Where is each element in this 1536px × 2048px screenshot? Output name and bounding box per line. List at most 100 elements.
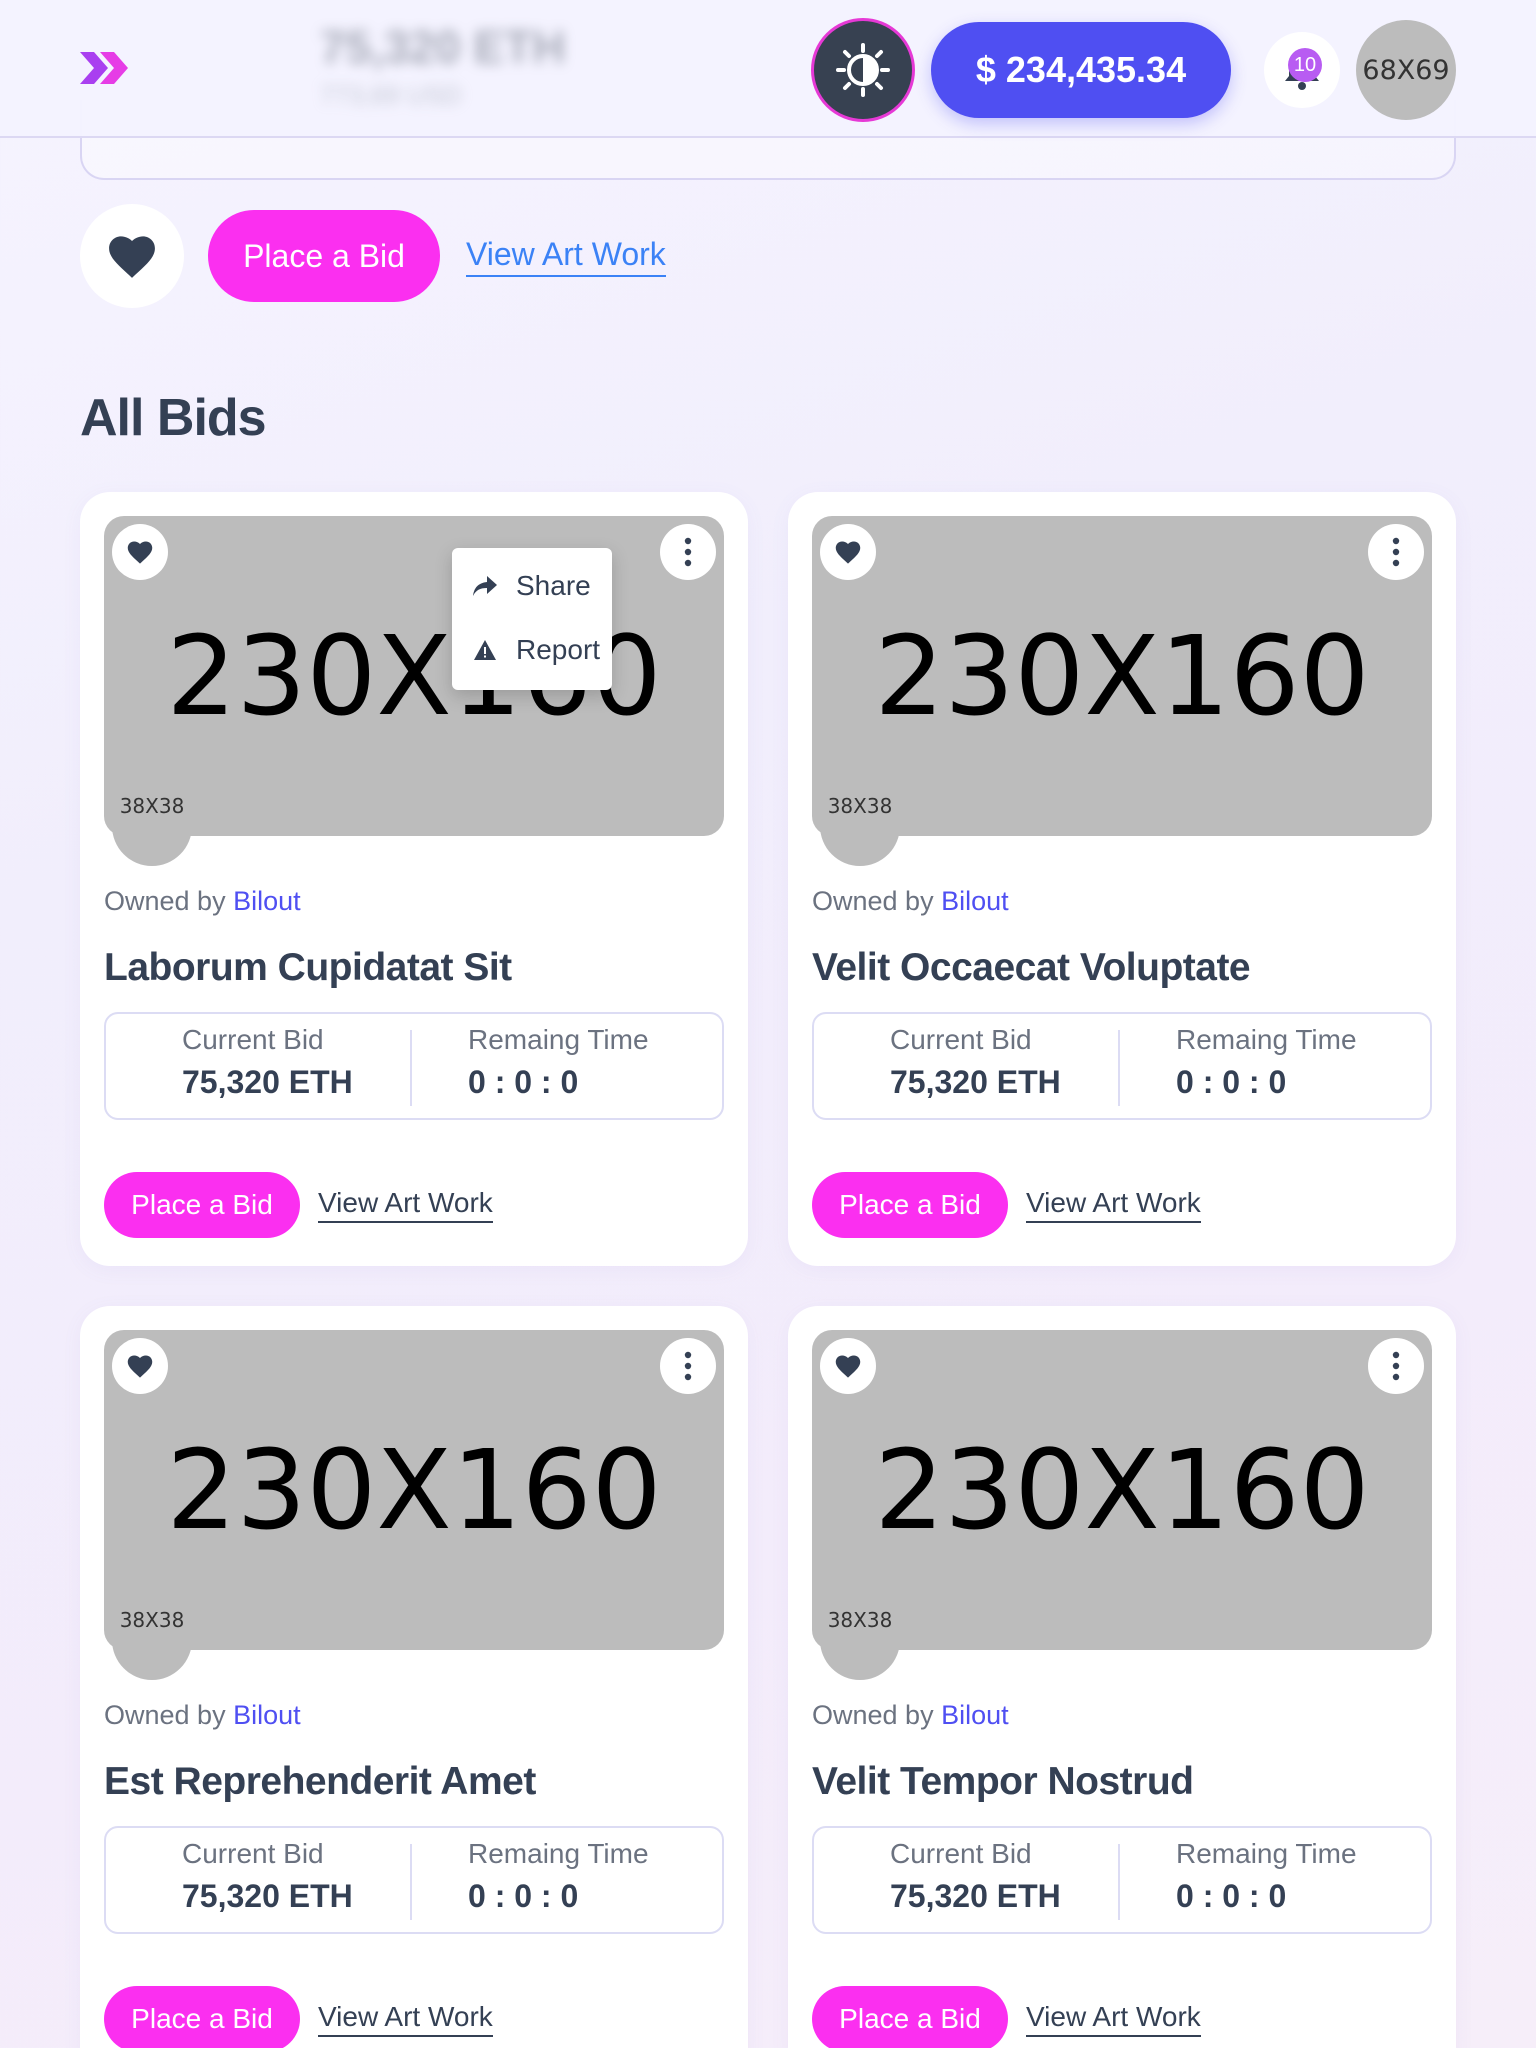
owned-by-text: Owned by Bilout — [812, 886, 1009, 917]
card-actions: Place a Bid View Art Work — [812, 1986, 1201, 2048]
remaining-time-value: 0 : 0 : 0 — [468, 1064, 579, 1100]
favorite-button[interactable] — [820, 524, 876, 580]
current-bid-column: Current Bid 75,320 ETH — [890, 1024, 1061, 1101]
bid-card: 230X160 38X38 Owned by Bilout Est Repreh… — [80, 1306, 748, 2048]
divider — [1118, 1844, 1120, 1920]
favorite-button[interactable] — [112, 1338, 168, 1394]
remaining-time-label: Remaing Time — [468, 1024, 649, 1055]
artwork-title: Laborum Cupidatat Sit — [104, 946, 512, 989]
current-bid-label: Current Bid — [182, 1838, 324, 1869]
brightness-icon — [836, 43, 890, 97]
place-bid-button[interactable]: Place a Bid — [104, 1172, 300, 1238]
current-bid-label: Current Bid — [182, 1024, 324, 1055]
top-header: 75,320 ETH 773,69 USD $ 234,435.34 10 68… — [0, 0, 1536, 138]
owned-by-text: Owned by Bilout — [104, 1700, 301, 1731]
report-label: Report — [516, 634, 601, 665]
bid-info-box: Current Bid 75,320 ETH Remaing Time 0 : … — [812, 1012, 1432, 1120]
blurred-amount: 75,320 ETH — [320, 21, 566, 73]
heart-icon — [835, 541, 861, 564]
remaining-time-label: Remaing Time — [468, 1838, 649, 1869]
owner-avatar[interactable]: 38X38 — [112, 786, 192, 866]
more-options-button[interactable] — [660, 1338, 716, 1394]
remaining-time-value: 0 : 0 : 0 — [468, 1878, 579, 1914]
vertical-dots-icon — [1392, 537, 1400, 567]
owner-link[interactable]: Bilout — [941, 886, 1009, 916]
view-art-work-link[interactable]: View Art Work — [318, 2001, 493, 2037]
place-bid-button[interactable]: Place a Bid — [812, 1172, 1008, 1238]
heart-icon — [127, 541, 153, 564]
more-options-button[interactable] — [1368, 524, 1424, 580]
owner-avatar[interactable]: 38X38 — [820, 1600, 900, 1680]
wallet-balance-button[interactable]: $ 234,435.34 — [931, 22, 1231, 118]
blurred-stats: 75,320 ETH 773,69 USD — [320, 20, 565, 111]
owned-by-label: Owned by — [812, 1700, 934, 1730]
remaining-time-value: 0 : 0 : 0 — [1176, 1878, 1287, 1914]
owner-link[interactable]: Bilout — [233, 886, 301, 916]
artwork-image[interactable]: 230X160 — [104, 516, 724, 836]
artwork-image[interactable]: 230X160 — [812, 516, 1432, 836]
heart-icon — [127, 1355, 153, 1378]
remaining-time-column: Remaing Time 0 : 0 : 0 — [468, 1838, 649, 1915]
remaining-time-value: 0 : 0 : 0 — [1176, 1064, 1287, 1100]
place-bid-button[interactable]: Place a Bid — [812, 1986, 1008, 2048]
artwork-actions: Place a Bid View Art Work — [80, 204, 666, 308]
current-bid-column: Current Bid 75,320 ETH — [182, 1838, 353, 1915]
card-actions: Place a Bid View Art Work — [812, 1172, 1201, 1238]
double-chevron-logo-icon[interactable] — [78, 48, 134, 88]
share-arrow-icon — [470, 571, 500, 601]
card-actions: Place a Bid View Art Work — [104, 1986, 493, 2048]
more-options-button[interactable] — [1368, 1338, 1424, 1394]
bid-card: 230X160 38X38 Owned by Bilout Velit Occa… — [788, 492, 1456, 1266]
owner-avatar[interactable]: 38X38 — [112, 1600, 192, 1680]
share-label: Share — [516, 570, 591, 601]
owned-by-text: Owned by Bilout — [812, 1700, 1009, 1731]
owned-by-label: Owned by — [104, 886, 226, 916]
owned-by-label: Owned by — [104, 1700, 226, 1730]
owner-link[interactable]: Bilout — [941, 1700, 1009, 1730]
view-art-work-link[interactable]: View Art Work — [466, 236, 666, 277]
share-menu-item[interactable]: Share — [470, 570, 591, 602]
current-bid-column: Current Bid 75,320 ETH — [182, 1024, 353, 1101]
bid-info-box: Current Bid 75,320 ETH Remaing Time 0 : … — [812, 1826, 1432, 1934]
remaining-time-column: Remaing Time 0 : 0 : 0 — [1176, 1024, 1357, 1101]
remaining-time-column: Remaing Time 0 : 0 : 0 — [1176, 1838, 1357, 1915]
favorite-button[interactable] — [820, 1338, 876, 1394]
theme-toggle-button[interactable] — [811, 18, 915, 122]
current-bid-label: Current Bid — [890, 1024, 1032, 1055]
owned-by-label: Owned by — [812, 886, 934, 916]
divider — [1118, 1030, 1120, 1106]
notification-count-badge: 10 — [1288, 48, 1322, 82]
bid-card: 230X160 38X38 Owned by Bilout Velit Temp… — [788, 1306, 1456, 2048]
place-bid-button[interactable]: Place a Bid — [104, 1986, 300, 2048]
notifications-button[interactable]: 10 — [1264, 32, 1340, 108]
divider — [410, 1030, 412, 1106]
view-art-work-link[interactable]: View Art Work — [1026, 1187, 1201, 1223]
heart-icon — [835, 1355, 861, 1378]
favorite-button[interactable] — [80, 204, 184, 308]
current-bid-column: Current Bid 75,320 ETH — [890, 1838, 1061, 1915]
heart-icon — [109, 236, 155, 278]
report-menu-item[interactable]: Report — [470, 634, 600, 666]
more-options-button[interactable] — [660, 524, 716, 580]
bid-info-box: Current Bid 75,320 ETH Remaing Time 0 : … — [104, 1012, 724, 1120]
owner-link[interactable]: Bilout — [233, 1700, 301, 1730]
favorite-button[interactable] — [112, 524, 168, 580]
view-art-work-link[interactable]: View Art Work — [1026, 2001, 1201, 2037]
vertical-dots-icon — [1392, 1351, 1400, 1381]
owner-avatar[interactable]: 38X38 — [820, 786, 900, 866]
blurred-usd: 773,69 USD — [320, 80, 462, 110]
view-art-work-link[interactable]: View Art Work — [318, 1187, 493, 1223]
warning-icon — [470, 635, 500, 665]
vertical-dots-icon — [684, 537, 692, 567]
user-avatar[interactable]: 68X69 — [1356, 20, 1456, 120]
bid-info-box: Current Bid 75,320 ETH Remaing Time 0 : … — [104, 1826, 724, 1934]
place-bid-button[interactable]: Place a Bid — [208, 210, 440, 302]
artwork-title: Est Reprehenderit Amet — [104, 1760, 536, 1803]
artwork-image[interactable]: 230X160 — [104, 1330, 724, 1650]
remaining-time-column: Remaing Time 0 : 0 : 0 — [468, 1024, 649, 1101]
artwork-image[interactable]: 230X160 — [812, 1330, 1432, 1650]
card-actions: Place a Bid View Art Work — [104, 1172, 493, 1238]
remaining-time-label: Remaing Time — [1176, 1024, 1357, 1055]
card-options-menu: Share Report — [452, 548, 612, 690]
current-bid-value: 75,320 ETH — [890, 1878, 1061, 1914]
